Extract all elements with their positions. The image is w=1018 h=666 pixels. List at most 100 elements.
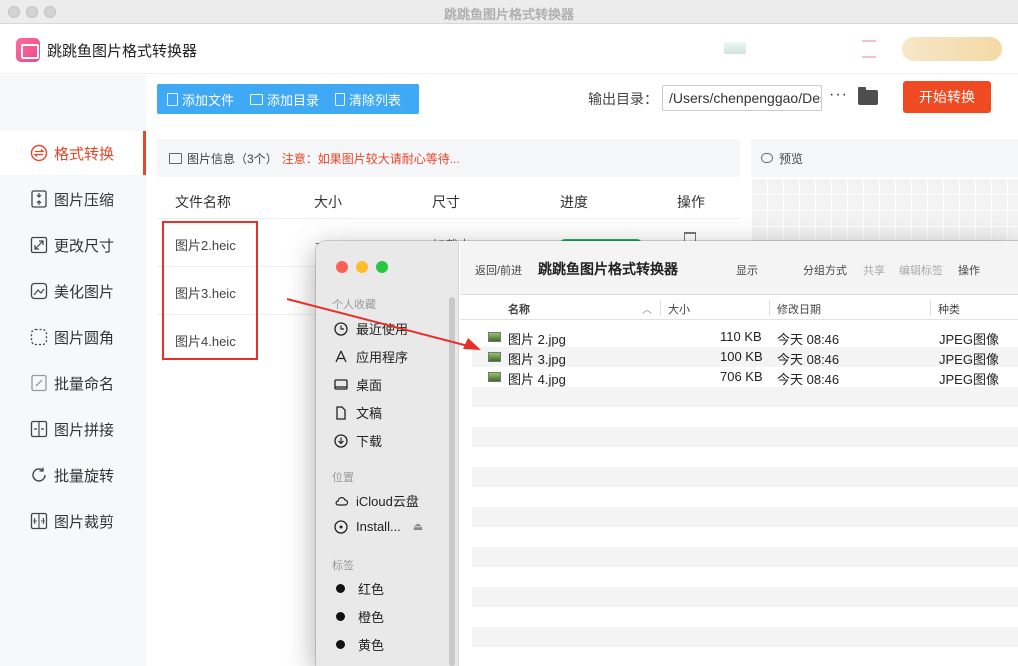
header-widget-icon[interactable]	[724, 42, 746, 54]
output-dir-label: 输出目录：	[588, 91, 658, 107]
finder-item-label: 黄色	[358, 638, 385, 653]
sidebar-item-label: 图片裁剪	[54, 513, 115, 531]
col-size[interactable]: 大小	[668, 301, 690, 317]
file-size: 706 KB	[720, 369, 763, 384]
window-titlebar: 跳跳鱼图片格式转换器	[0, 0, 1018, 24]
jpeg-thumbnail-icon	[488, 372, 501, 382]
file-modified: 今天 08:46	[777, 372, 840, 387]
col-kind[interactable]: 种类	[938, 301, 960, 317]
header-account-button[interactable]	[902, 37, 1002, 61]
file-size: 100 KB	[720, 349, 763, 364]
jpeg-thumbnail-icon	[488, 332, 501, 342]
view-button[interactable]: 显示	[736, 262, 758, 278]
disk-icon	[334, 519, 348, 534]
sidebar-scrollbar[interactable]	[449, 297, 455, 666]
col-progress: 进度	[560, 194, 588, 210]
rounded-corner-icon	[30, 328, 48, 346]
rename-icon	[30, 374, 48, 392]
image-count: 图片信息（3个）	[187, 151, 278, 166]
sidebar-item-label: 批量命名	[54, 375, 115, 393]
finder-column-header: 名称 ︿ 大小 修改日期 种类	[460, 296, 1018, 320]
finder-item-install[interactable]: Install... ⏏	[334, 519, 423, 534]
sidebar-item-label: 美化图片	[54, 283, 115, 301]
cloud-icon	[334, 494, 349, 508]
add-directory-label: 添加目录	[267, 92, 320, 108]
finder-minimize-button[interactable]	[356, 261, 368, 273]
sidebar: 格式转换 图片压缩 更改尺寸 美化图片 图片圆角 批量命名 图片拼接 批量旋转 …	[0, 75, 146, 666]
sidebar-item-crop[interactable]: 图片裁剪	[0, 499, 146, 543]
sidebar-item-label: 图片拼接	[54, 421, 115, 439]
finder-item-label: 文稿	[356, 406, 383, 421]
add-file-label: 添加文件	[182, 92, 235, 108]
more-options-button[interactable]: ···	[829, 86, 848, 104]
sidebar-item-beautify[interactable]: 美化图片	[0, 269, 146, 313]
finder-window: 个人收藏 最近使用 应用程序 桌面 文稿 下载 位置 iCloud云盘 Inst…	[316, 241, 1018, 666]
finder-item-downloads[interactable]: 下载	[334, 431, 382, 450]
file-modified: 今天 08:46	[777, 352, 840, 367]
section-tags: 标签	[332, 560, 354, 572]
jpeg-thumbnail-icon	[488, 352, 501, 362]
eject-icon[interactable]: ⏏	[413, 520, 423, 533]
desktop-icon	[334, 378, 348, 392]
menu-icon[interactable]	[862, 40, 876, 58]
tag-dot-icon	[336, 612, 345, 621]
sidebar-item-format-convert[interactable]: 格式转换	[0, 131, 146, 175]
app-name: 跳跳鱼图片格式转换器	[47, 43, 198, 60]
sidebar-item-resize[interactable]: 更改尺寸	[0, 223, 146, 267]
back-forward-button[interactable]: 返回/前进	[475, 262, 522, 278]
finder-tag-orange[interactable]: 橙色	[334, 607, 384, 626]
output-dir-input[interactable]: /Users/chenpenggao/Desktop	[662, 85, 822, 111]
file-name: 图片 3.jpg	[508, 352, 566, 367]
open-folder-icon[interactable]	[858, 87, 878, 105]
group-button[interactable]: 分组方式	[803, 262, 847, 278]
sidebar-item-rename[interactable]: 批量命名	[0, 361, 146, 405]
action-button[interactable]: 操作	[958, 262, 980, 278]
file-kind: JPEG图像	[939, 352, 999, 367]
sidebar-item-rotate[interactable]: 批量旋转	[0, 453, 146, 497]
tag-dot-icon	[336, 584, 345, 593]
col-filename: 文件名称	[175, 194, 231, 210]
finder-item-label: 橙色	[358, 610, 385, 625]
sidebar-item-label: 格式转换	[54, 145, 115, 163]
finder-tag-red[interactable]: 红色	[334, 579, 384, 598]
finder-item-applications[interactable]: 应用程序	[334, 347, 408, 366]
folder-icon	[250, 93, 264, 105]
file-row[interactable]: 图片 2.jpg 110 KB 今天 08:46 JPEG图像	[472, 327, 1018, 347]
stitch-icon	[30, 420, 48, 438]
finder-sidebar: 个人收藏 最近使用 应用程序 桌面 文稿 下载 位置 iCloud云盘 Inst…	[316, 241, 459, 666]
finder-zoom-button[interactable]	[376, 261, 388, 273]
edit-tags-button[interactable]: 编辑标签	[899, 262, 943, 278]
file-kind: JPEG图像	[939, 372, 999, 387]
window-title: 跳跳鱼图片格式转换器	[443, 7, 574, 22]
sidebar-item-compress[interactable]: 图片压缩	[0, 177, 146, 221]
file-row[interactable]: 图片 4.jpg 706 KB 今天 08:46 JPEG图像	[472, 367, 1018, 387]
col-name[interactable]: 名称	[508, 301, 530, 317]
beautify-icon	[30, 282, 48, 300]
section-locations: 位置	[332, 472, 354, 484]
col-modified[interactable]: 修改日期	[777, 301, 821, 317]
add-directory-button[interactable]: 添加目录	[240, 84, 325, 114]
finder-close-button[interactable]	[336, 261, 348, 273]
image-icon	[169, 152, 182, 164]
finder-item-label: iCloud云盘	[356, 494, 419, 509]
sidebar-item-stitch[interactable]: 图片拼接	[0, 407, 146, 451]
sort-chevron-icon: ︿	[642, 305, 652, 316]
add-file-button[interactable]: 添加文件	[157, 84, 240, 114]
finder-item-icloud[interactable]: iCloud云盘	[334, 491, 419, 510]
clear-list-button[interactable]: 清除列表	[325, 84, 407, 114]
file-row[interactable]: 图片 3.jpg 100 KB 今天 08:46 JPEG图像	[472, 347, 1018, 367]
applications-icon	[334, 350, 348, 364]
finder-item-recents[interactable]: 最近使用	[334, 319, 408, 338]
finder-toolbar: 返回/前进 跳跳鱼图片格式转换器 显示 分组方式 共享 编辑标签 操作	[460, 241, 1018, 295]
start-convert-button[interactable]: 开始转换	[903, 81, 991, 113]
finder-tag-yellow[interactable]: 黄色	[334, 635, 384, 654]
share-button[interactable]: 共享	[863, 262, 885, 278]
finder-item-desktop[interactable]: 桌面	[334, 375, 382, 394]
sidebar-item-rounded-corner[interactable]: 图片圆角	[0, 315, 146, 359]
file-name: 图片 4.jpg	[508, 372, 566, 387]
finder-item-documents[interactable]: 文稿	[334, 403, 382, 422]
resize-icon	[30, 236, 48, 254]
clear-list-label: 清除列表	[349, 92, 402, 108]
section-favorites: 个人收藏	[332, 299, 376, 311]
file-kind: JPEG图像	[939, 332, 999, 347]
